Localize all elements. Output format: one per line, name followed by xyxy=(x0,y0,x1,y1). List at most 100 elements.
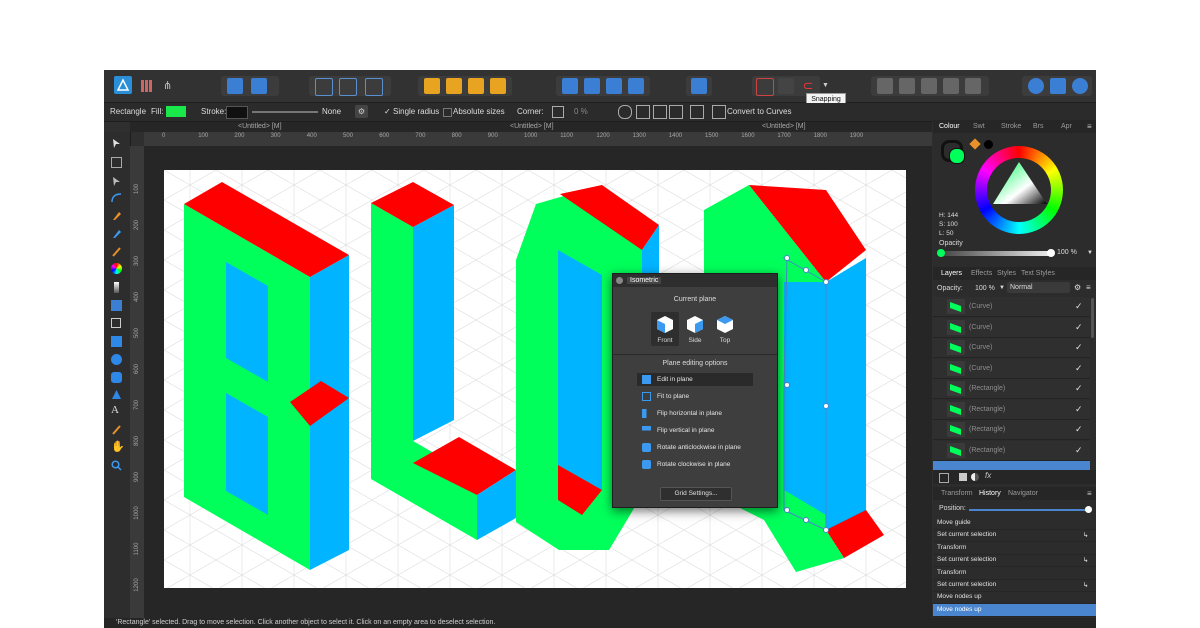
rotate-clockwise-in-plane-button[interactable]: Rotate clockwise in plane xyxy=(637,458,753,471)
hand-tool-icon[interactable]: ✋ xyxy=(111,440,125,453)
back-one-icon[interactable] xyxy=(424,78,440,94)
panel-tab[interactable]: Stroke xyxy=(1001,123,1021,130)
history-row[interactable]: Transform xyxy=(933,542,1096,555)
panel-tab[interactable]: Brs xyxy=(1033,123,1044,130)
layer-opacity-value[interactable]: 100 % xyxy=(975,285,995,292)
assistant-icon[interactable] xyxy=(227,78,243,94)
rounded-rect-tool-icon[interactable] xyxy=(111,372,122,383)
mask-layer-icon[interactable] xyxy=(959,473,967,481)
absolute-sizes-checkbox[interactable] xyxy=(443,108,452,117)
stroke-swatch[interactable] xyxy=(226,106,248,119)
panel-tab[interactable]: Text Styles xyxy=(1021,270,1055,277)
layers-scrollbar[interactable] xyxy=(1091,298,1094,338)
layer-row[interactable]: (Rectangle) ✓ xyxy=(933,399,1090,420)
rotate-anticlockwise-in-plane-button[interactable]: Rotate anticlockwise in plane xyxy=(637,441,753,454)
doc-tab[interactable]: <Untitled> [M] xyxy=(238,123,282,130)
edit-in-plane-button[interactable]: Edit in plane xyxy=(637,373,753,386)
eyedropper-icon[interactable] xyxy=(969,138,981,150)
fit-to-plane-button[interactable]: Fit to plane xyxy=(637,390,753,403)
convert-to-curves-icon[interactable] xyxy=(712,105,726,119)
selected-layer-row[interactable] xyxy=(933,461,1090,470)
layer-visibility-checkbox[interactable]: ✓ xyxy=(1075,383,1083,394)
history-row[interactable]: Transform xyxy=(933,567,1096,580)
panel-tab[interactable]: Effects xyxy=(971,270,992,277)
history-row[interactable]: Set current selection ↳ xyxy=(933,529,1096,543)
place-image-icon[interactable] xyxy=(111,300,122,311)
triangle-tool-icon[interactable] xyxy=(111,389,122,400)
close-icon[interactable] xyxy=(616,277,623,284)
layers-menu-icon[interactable]: ≡ xyxy=(1086,283,1091,292)
rotate-left-icon[interactable] xyxy=(606,78,622,94)
flip-vertical-in-plane-button[interactable]: Flip vertical in plane xyxy=(637,424,753,437)
boolean-xor-icon[interactable] xyxy=(943,78,959,94)
flip-horizontal-icon[interactable] xyxy=(562,78,578,94)
layer-visibility-checkbox[interactable]: ✓ xyxy=(1075,301,1083,312)
history-position-slider[interactable] xyxy=(969,509,1087,511)
grid-settings-button[interactable]: Grid Settings... xyxy=(660,487,732,501)
layer-row[interactable]: (Rectangle) ✓ xyxy=(933,420,1090,440)
snap-off-icon[interactable] xyxy=(365,78,383,96)
plane-top-button[interactable]: Top xyxy=(711,312,739,346)
opacity-slider[interactable] xyxy=(941,251,1051,256)
opacity-value[interactable]: 100 % xyxy=(1057,249,1077,256)
layer-visibility-checkbox[interactable]: ✓ xyxy=(1075,322,1083,333)
layer-row[interactable]: (Curve) ✓ xyxy=(933,358,1090,379)
boolean-intersect-icon[interactable] xyxy=(921,78,937,94)
convert-to-curves-button[interactable]: Convert to Curves xyxy=(727,107,791,116)
convert-icon[interactable] xyxy=(690,105,704,119)
flip-horizontal-in-plane-button[interactable]: Flip horizontal in plane xyxy=(637,407,753,420)
panel-menu-icon[interactable]: ≡ xyxy=(1087,122,1092,131)
grid-icon[interactable] xyxy=(756,78,774,96)
chat-icon[interactable] xyxy=(1028,78,1044,94)
zoom-tool-icon[interactable] xyxy=(111,460,122,471)
panel-tab[interactable]: History xyxy=(979,490,1001,497)
black-swatch-icon[interactable] xyxy=(984,140,993,149)
doc-tab[interactable]: <Untitled> [M] xyxy=(510,123,554,130)
blend-mode-select[interactable]: Normal xyxy=(1007,282,1070,293)
pen-tool-icon[interactable] xyxy=(111,210,122,221)
node-tool-icon[interactable] xyxy=(111,176,122,187)
share-icon[interactable] xyxy=(1050,78,1066,94)
geometry-icon[interactable] xyxy=(653,105,667,119)
history-row[interactable]: Set current selection ↳ xyxy=(933,554,1096,568)
fill-swatch[interactable] xyxy=(166,106,186,117)
layer-row[interactable]: (Rectangle) ✓ xyxy=(933,440,1090,461)
layer-visibility-checkbox[interactable]: ✓ xyxy=(1075,424,1083,435)
corner-tool-icon[interactable] xyxy=(111,192,122,203)
stroke-settings-icon[interactable]: ⚙ xyxy=(355,105,368,118)
boolean-subtract-icon[interactable] xyxy=(899,78,915,94)
corner-type-icon[interactable] xyxy=(552,106,564,118)
panel-tab[interactable]: Transform xyxy=(941,490,973,497)
stroke-width-slider[interactable] xyxy=(252,111,318,113)
move-tool-icon[interactable] xyxy=(111,138,122,149)
doc-tab[interactable]: <Untitled> [M] xyxy=(762,123,806,130)
layer-visibility-checkbox[interactable]: ✓ xyxy=(1075,342,1083,353)
history-menu-icon[interactable]: ≡ xyxy=(1087,489,1092,498)
snapping-dropdown-icon[interactable]: ▼ xyxy=(822,82,829,89)
opacity-slider-end-knob[interactable] xyxy=(1047,249,1055,257)
history-position-knob[interactable] xyxy=(1085,506,1092,513)
layer-visibility-checkbox[interactable]: ✓ xyxy=(1075,363,1083,374)
align-icon[interactable] xyxy=(691,78,707,94)
single-radius-checkbox[interactable]: ✓ xyxy=(384,107,391,116)
isometric-artwork[interactable] xyxy=(164,170,906,588)
opacity-slider-knob[interactable] xyxy=(937,249,945,257)
fill-well[interactable] xyxy=(949,148,965,164)
layer-row[interactable]: (Curve) ✓ xyxy=(933,338,1090,358)
ellipse-tool-icon[interactable] xyxy=(111,354,122,365)
snap-bounds-icon[interactable] xyxy=(339,78,357,96)
history-row[interactable]: Move guide xyxy=(933,517,1096,530)
panel-tab[interactable]: Layers xyxy=(941,270,962,277)
adjustment-layer-icon[interactable] xyxy=(971,473,979,481)
color-picker-icon[interactable] xyxy=(111,424,122,435)
panel-tab[interactable]: Colour xyxy=(939,123,960,130)
snapping-magnet-icon[interactable]: ⊂ xyxy=(800,78,816,94)
layer-row[interactable]: (Curve) ✓ xyxy=(933,297,1090,317)
boolean-divide-icon[interactable] xyxy=(965,78,981,94)
opacity-dropdown-icon[interactable]: ▼ xyxy=(1087,250,1093,256)
fill-tool-icon[interactable] xyxy=(111,263,122,274)
crop-tool-icon[interactable] xyxy=(111,318,121,328)
transparency-tool-icon[interactable] xyxy=(114,282,119,293)
effects-fx-icon[interactable]: fx xyxy=(985,471,991,480)
panel-tab[interactable]: Swt xyxy=(973,123,985,130)
